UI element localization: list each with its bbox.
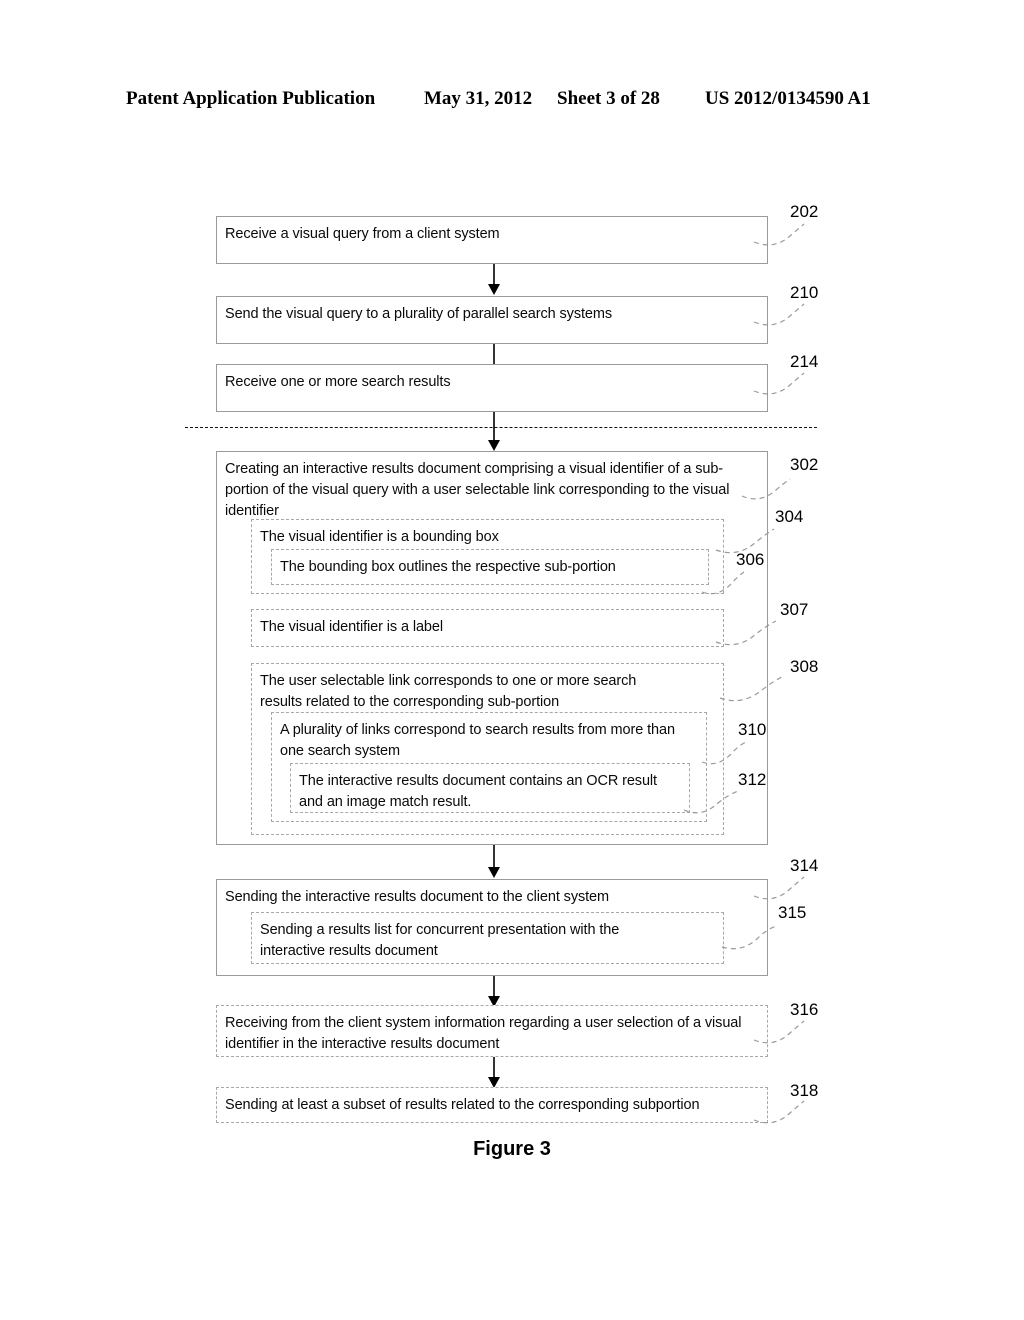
flow-step-315-label: Sending a results list for concurrent pr… — [260, 922, 620, 959]
flow-step-318-label: Sending at least a subset of results rel… — [225, 1097, 700, 1113]
flow-step-210: Send the visual query to a plurality of … — [216, 296, 768, 344]
flow-step-307: The visual identifier is a label — [251, 609, 724, 647]
flowchart-figure: Receive a visual query from a client sys… — [0, 0, 1024, 1320]
flow-step-310-label: A plurality of links correspond to searc… — [280, 722, 675, 759]
flow-step-307-label: The visual identifier is a label — [260, 619, 443, 635]
flow-step-306: The bounding box outlines the respective… — [271, 549, 709, 585]
ref-number-318: 318 — [790, 1081, 819, 1100]
figure-caption: Figure 3 — [473, 1138, 551, 1160]
ref-number-308: 308 — [790, 657, 819, 676]
ref-number-316: 316 — [790, 1000, 819, 1019]
ref-number-307: 307 — [780, 600, 809, 619]
flow-step-308-label: The user selectable link corresponds to … — [260, 673, 637, 710]
ref-number-314: 314 — [790, 856, 819, 875]
flow-step-304-label: The visual identifier is a bounding box — [260, 529, 499, 545]
ref-number-302: 302 — [790, 455, 819, 474]
arrow-302-to-314 — [488, 845, 500, 878]
flow-step-312: The interactive results document contain… — [290, 763, 690, 813]
flow-step-202-label: Receive a visual query from a client sys… — [225, 226, 500, 242]
flow-step-316-label: Receiving from the client system informa… — [225, 1015, 742, 1052]
flow-step-210-label: Send the visual query to a plurality of … — [225, 306, 613, 322]
section-divider — [185, 427, 817, 428]
flow-step-316: Receiving from the client system informa… — [216, 1005, 768, 1057]
ref-number-310: 310 — [738, 720, 767, 739]
flow-step-214-label: Receive one or more search results — [225, 374, 451, 390]
ref-number-315: 315 — [778, 903, 807, 922]
ref-number-202: 202 — [790, 202, 819, 221]
ref-number-210: 210 — [790, 283, 819, 302]
flow-step-302-label: Creating an interactive results document… — [225, 461, 730, 519]
arrow-202-to-210 — [488, 264, 500, 295]
flow-step-314-label: Sending the interactive results document… — [225, 889, 609, 905]
arrow-316-to-318 — [488, 1057, 500, 1088]
flow-step-202: Receive a visual query from a client sys… — [216, 216, 768, 264]
ref-number-312: 312 — [738, 770, 767, 789]
flow-step-214: Receive one or more search results — [216, 364, 768, 412]
arrow-314-to-316 — [488, 976, 500, 1007]
ref-number-306: 306 — [736, 550, 765, 569]
ref-number-304: 304 — [775, 507, 804, 526]
flow-step-318: Sending at least a subset of results rel… — [216, 1087, 768, 1123]
flow-step-306-label: The bounding box outlines the respective… — [280, 559, 616, 575]
flow-step-315: Sending a results list for concurrent pr… — [251, 912, 724, 964]
flow-step-312-label: The interactive results document contain… — [299, 773, 657, 810]
ref-number-214: 214 — [790, 352, 819, 371]
arrow-214-to-302 — [488, 412, 500, 451]
